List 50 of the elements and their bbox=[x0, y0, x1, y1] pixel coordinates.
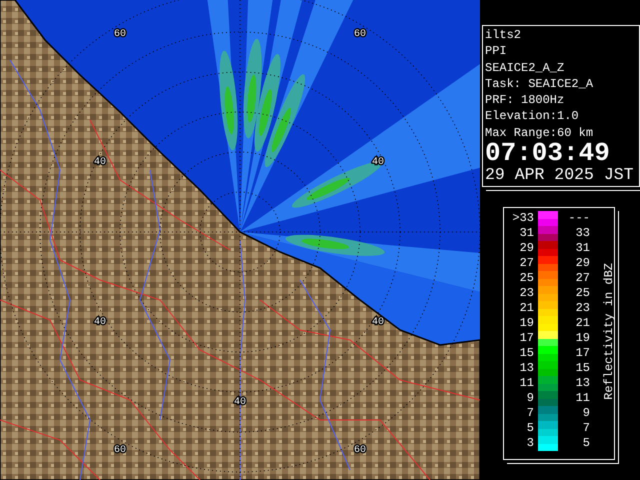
legend-label: 5 bbox=[526, 421, 534, 436]
legend-label: 5 bbox=[582, 436, 590, 452]
legend-label: 13 bbox=[518, 361, 534, 376]
legend-label: --- bbox=[567, 211, 590, 226]
time-text: 07:03:49 bbox=[485, 141, 610, 166]
legend-label: 7 bbox=[582, 421, 590, 436]
legend-label: 11 bbox=[518, 376, 534, 392]
legend-label: 27 bbox=[574, 271, 590, 286]
legend-label: 17 bbox=[574, 346, 590, 362]
legend-label: 31 bbox=[574, 241, 590, 256]
legend-label: 23 bbox=[518, 286, 534, 302]
legend-label: 7 bbox=[526, 406, 534, 422]
info-text: Elevation:1.0 bbox=[485, 108, 580, 125]
legend-title: Reflectivity in dBZ bbox=[602, 262, 616, 400]
info-text: ilts2 bbox=[485, 27, 522, 44]
legend-label: 25 bbox=[574, 286, 590, 302]
legend-label: 29 bbox=[518, 241, 534, 256]
info-text: PPI bbox=[485, 43, 508, 60]
range-label: 40 bbox=[372, 157, 384, 168]
range-label: 60 bbox=[114, 445, 126, 456]
legend-label: 23 bbox=[574, 301, 590, 316]
date-text: 29 APR 2025 JST bbox=[485, 165, 635, 186]
legend-label: 33 bbox=[574, 226, 590, 242]
legend-label: 27 bbox=[518, 256, 534, 272]
range-label: 40 bbox=[94, 317, 106, 328]
legend-label: 13 bbox=[574, 376, 590, 392]
info-text: Task: SEAICE2_A bbox=[485, 76, 594, 92]
legend-label: >33 bbox=[511, 211, 534, 226]
legend-label: 29 bbox=[574, 256, 590, 272]
legend-label: 21 bbox=[574, 316, 590, 332]
legend-label: 9 bbox=[526, 391, 534, 406]
range-label: 40 bbox=[94, 157, 106, 168]
range-label: 60 bbox=[354, 445, 366, 456]
info-text: SEAICE2_A_Z bbox=[485, 60, 566, 76]
legend-label: 15 bbox=[574, 361, 590, 376]
legend-label: 11 bbox=[574, 391, 590, 406]
legend-label: 31 bbox=[518, 226, 534, 242]
range-label: 40 bbox=[372, 317, 384, 328]
legend-label: 19 bbox=[574, 331, 590, 346]
info-text: PRF: 1800Hz bbox=[485, 92, 566, 108]
legend-label: 25 bbox=[518, 271, 534, 286]
legend-label: 21 bbox=[518, 301, 534, 316]
info-text: Max Range:60 km bbox=[485, 124, 594, 142]
legend-label: 3 bbox=[526, 436, 534, 452]
range-label: 60 bbox=[114, 29, 126, 40]
range-label: 60 bbox=[354, 29, 366, 40]
legend-label: 17 bbox=[518, 331, 534, 346]
legend-label: 19 bbox=[518, 316, 534, 332]
legend-label: 9 bbox=[582, 406, 590, 422]
legend-label: 15 bbox=[518, 346, 534, 362]
